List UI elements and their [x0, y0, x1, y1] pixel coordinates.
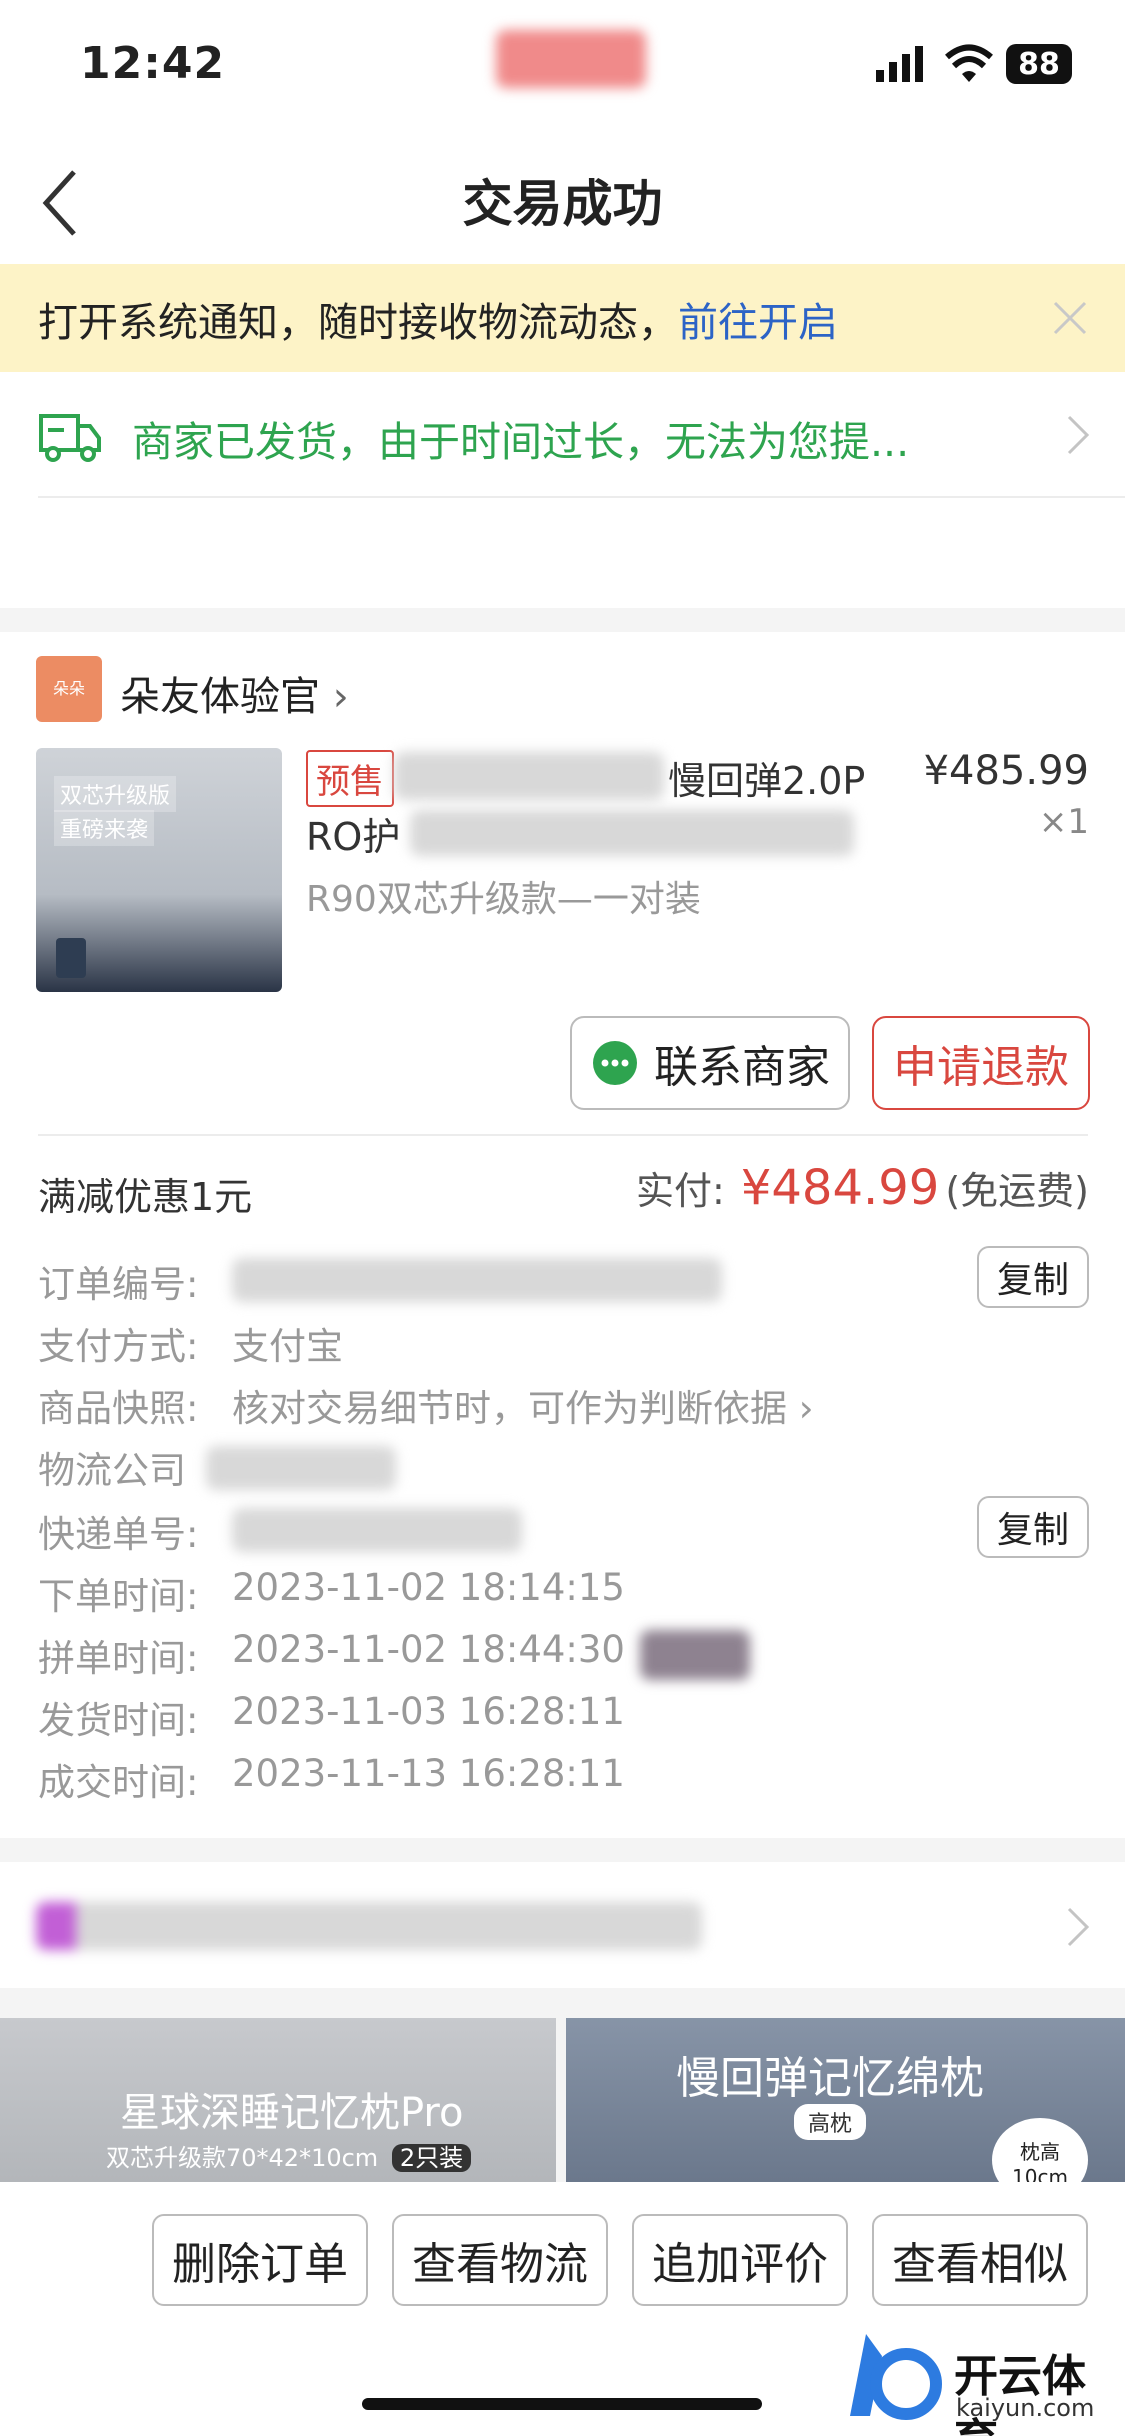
divider — [38, 496, 1125, 498]
chevron-right-icon: › — [332, 674, 349, 720]
chevron-right-icon — [1067, 1907, 1090, 1947]
wifi-icon — [945, 44, 993, 82]
group-time-value: 2023-11-02 18:44:30 — [232, 1628, 625, 1671]
deal-time-label: 成交时间: — [38, 1761, 199, 1804]
shop-name-label: 朵友体验官 — [120, 674, 320, 720]
status-time: 12:42 — [80, 38, 226, 89]
redacted-content — [36, 1902, 702, 1950]
paid-summary: 实付: ¥484.99 (免运费) — [636, 1160, 1089, 1216]
order-detail-page: 12:42 88 交易成功 打开系统通知，随时接收物流动态，前往开启 商家已发货… — [0, 0, 1125, 2436]
refund-label: 申请退款 — [893, 1042, 1069, 1093]
thumbnail-text-1: 双芯升级版 — [54, 776, 177, 812]
ship-time-label: 发货时间: — [38, 1699, 199, 1742]
redacted-title-2 — [410, 810, 854, 856]
contact-merchant-label: 联系商家 — [654, 1042, 830, 1093]
product-price: ¥485.99 — [923, 748, 1089, 794]
recommend-card-1[interactable]: 星球深睡记忆枕Pro 双芯升级款70*42*10cm 2只装 — [0, 2018, 556, 2182]
discount-text: 满减优惠1元 — [38, 1175, 253, 1219]
snapshot-link[interactable]: 核对交易细节时，可作为判断依据 › — [232, 1378, 814, 1432]
add-review-button[interactable]: 追加评价 — [632, 2214, 848, 2306]
group-time-label: 拼单时间: — [38, 1637, 199, 1680]
product-spec: R90双芯升级款—一对装 — [306, 879, 701, 920]
snapshot-value: 核对交易细节时，可作为判断依据 — [232, 1387, 787, 1430]
deal-time-value: 2023-11-13 16:28:11 — [232, 1752, 625, 1795]
redacted-avatars — [640, 1630, 750, 1680]
battery-icon: 88 — [1006, 44, 1072, 84]
signal-icon — [876, 46, 923, 82]
paid-label: 实付: — [636, 1169, 725, 1213]
ship-time-value: 2023-11-03 16:28:11 — [232, 1690, 625, 1733]
recommend-card-2-title: 慢回弹记忆绵枕 — [676, 2053, 984, 2104]
view-logistics-button[interactable]: 查看物流 — [392, 2214, 608, 2306]
close-icon[interactable] — [1052, 300, 1088, 336]
redacted-logistics-company — [206, 1446, 396, 1490]
recommend-card-1-title: 星球深睡记忆枕Pro — [120, 2090, 464, 2136]
order-number-label: 订单编号: — [38, 1263, 199, 1306]
redacted-order-number — [232, 1258, 722, 1302]
notification-link[interactable]: 前往开启 — [678, 300, 838, 346]
recommend-card-1-sub: 双芯升级款70*42*10cm 2只装 — [106, 2138, 472, 2173]
copy-tracking-number-button[interactable]: 复制 — [977, 1496, 1089, 1558]
divider — [38, 1134, 1088, 1136]
recommend-card-1-subtitle: 双芯升级款70*42*10cm — [106, 2144, 379, 2172]
truck-icon — [39, 414, 101, 462]
shop-name[interactable]: 朵友体验官 › — [120, 664, 349, 722]
notification-text: 打开系统通知，随时接收物流动态，前往开启 — [38, 290, 838, 348]
copy-order-number-button[interactable]: 复制 — [977, 1246, 1089, 1308]
product-title-line2: RO护 — [306, 815, 401, 859]
redacted-title — [394, 752, 664, 800]
redacted-carrier — [496, 30, 646, 88]
chevron-right-icon: › — [798, 1387, 814, 1430]
product-title-line1: 慢回弹2.0P — [668, 759, 866, 803]
view-similar-button[interactable]: 查看相似 — [872, 2214, 1088, 2306]
recommend-card-2[interactable]: 慢回弹记忆绵枕 高枕 枕高 10cm — [566, 2018, 1125, 2202]
shop-logo: 朵朵 — [36, 656, 102, 722]
product-thumbnail[interactable]: 双芯升级版 重磅来袭 — [36, 748, 282, 992]
tracking-number-label: 快递单号: — [38, 1513, 199, 1556]
contact-merchant-button[interactable]: 联系商家 — [570, 1016, 850, 1110]
order-time-label: 下单时间: — [38, 1575, 199, 1618]
recommend-card-1-tag: 2只装 — [391, 2144, 472, 2172]
snapshot-label: 商品快照: — [38, 1387, 199, 1430]
shipping-status-text[interactable]: 商家已发货，由于时间过长，无法为您提... — [132, 408, 909, 468]
delete-order-button[interactable]: 删除订单 — [152, 2214, 368, 2306]
chat-icon — [593, 1041, 637, 1085]
redacted-tracking-number — [232, 1508, 522, 1552]
payment-method-label: 支付方式: — [38, 1325, 199, 1368]
page-title: 交易成功 — [462, 175, 663, 233]
payment-method-value: 支付宝 — [232, 1325, 343, 1368]
thumbnail-device — [56, 938, 86, 978]
paid-amount: ¥484.99 — [740, 1160, 940, 1216]
shipping-fee-note: (免运费) — [945, 1169, 1089, 1213]
shop-logo-text: 朵朵 — [52, 679, 85, 698]
logistics-company-label: 物流公司 — [38, 1449, 186, 1492]
notification-message: 打开系统通知，随时接收物流动态， — [38, 300, 678, 346]
chevron-right-icon — [1067, 415, 1090, 455]
watermark-url: kaiyun.com — [956, 2394, 1095, 2422]
watermark-logo-icon — [850, 2334, 942, 2420]
order-time-value: 2023-11-02 18:14:15 — [232, 1566, 625, 1609]
product-quantity: ×1 — [1038, 802, 1089, 842]
refund-button[interactable]: 申请退款 — [872, 1016, 1090, 1110]
recommend-card-2-tag: 高枕 — [794, 2104, 867, 2140]
home-indicator — [362, 2398, 762, 2410]
presale-badge: 预售 — [306, 750, 394, 807]
thumbnail-text-2: 重磅来袭 — [54, 810, 155, 846]
